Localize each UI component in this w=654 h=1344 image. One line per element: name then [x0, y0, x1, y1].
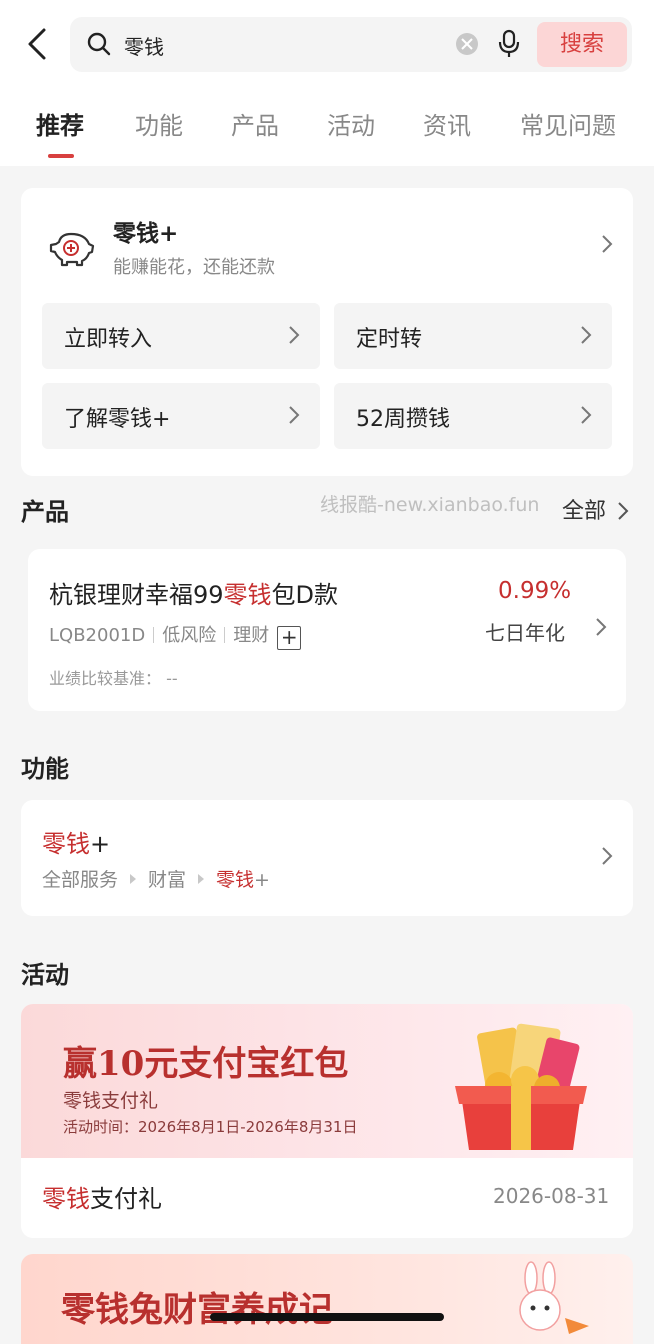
- activity-banner: 赢10元支付宝红包 零钱支付礼 活动时间：2026年8月1日-2026年8月31…: [21, 1004, 633, 1158]
- product-title-part: 包D款: [271, 581, 339, 609]
- products-section-title: 产品: [21, 498, 69, 526]
- product-rate-label: 七日年化: [485, 621, 565, 645]
- tab-faq[interactable]: 常见问题: [520, 106, 616, 141]
- function-title-highlight: 零钱: [42, 830, 90, 858]
- chevron-right-icon: [618, 502, 629, 520]
- product-title-highlight: 零钱: [223, 581, 272, 609]
- search-button[interactable]: 搜索: [537, 22, 627, 67]
- breadcrumb-item: 财富: [148, 869, 187, 891]
- view-all-products-link[interactable]: 全部: [562, 493, 629, 525]
- breadcrumb-item: 全部服务: [42, 869, 119, 891]
- chevron-right-icon: [289, 406, 300, 424]
- 52-week-savings-button[interactable]: 52周攒钱: [334, 383, 612, 449]
- tab-bar: 推荐 功能 产品 活动 资讯 常见问题: [0, 84, 654, 166]
- back-button[interactable]: [20, 24, 56, 64]
- home-indicator: [210, 1313, 444, 1321]
- chevron-right-icon: [581, 406, 592, 424]
- chevron-right-icon: [602, 847, 613, 865]
- learn-change-plus-button[interactable]: 了解零钱+: [42, 383, 320, 449]
- second-activity-banner[interactable]: 零钱兔财富养成记: [21, 1254, 633, 1344]
- banner-headline: 赢10元支付宝红包: [63, 1044, 349, 1084]
- microphone-icon[interactable]: [498, 29, 520, 59]
- banner2-headline: 零钱兔财富养成记: [61, 1290, 333, 1330]
- product-card[interactable]: 杭银理财幸福99零钱包D款 LQB2001D 低风险 理财 + 业绩比较基准： -- …: [28, 549, 626, 711]
- tab-news[interactable]: 资讯: [423, 106, 471, 141]
- search-input[interactable]: 零钱: [124, 31, 164, 60]
- transfer-in-label: 立即转入: [64, 327, 153, 352]
- rabbit-mascot-icon: [519, 1261, 589, 1334]
- chevron-right-icon: [581, 326, 592, 344]
- activities-section-title: 活动: [21, 961, 69, 989]
- gift-box-icon: [455, 1023, 587, 1150]
- search-icon: [87, 32, 111, 56]
- product-rate: 0.99%: [498, 578, 572, 604]
- function-title-part: +: [90, 830, 111, 858]
- activity-card[interactable]: 赢10元支付宝红包 零钱支付礼 活动时间：2026年8月1日-2026年8月31…: [21, 1004, 633, 1238]
- function-card[interactable]: 零钱+ 全部服务 财富 零钱+: [21, 800, 633, 916]
- activity-title: 零钱支付礼: [42, 1179, 162, 1214]
- functions-section-title: 功能: [21, 755, 69, 783]
- product-benchmark: 业绩比较基准： --: [49, 669, 178, 688]
- change-plus-card: 零钱+ 能赚能花，还能还款 立即转入 定时转 了解零钱+ 52周攒钱: [21, 188, 633, 476]
- product-title-part: 杭银理财幸福99: [49, 581, 224, 609]
- back-arrow-icon: [28, 28, 46, 60]
- tab-products[interactable]: 产品: [231, 106, 279, 141]
- top-bar: 零钱 搜索: [0, 0, 654, 84]
- change-plus-header[interactable]: 零钱+ 能赚能花，还能还款: [21, 188, 633, 288]
- change-plus-subtitle: 能赚能花，还能还款: [113, 257, 275, 278]
- breadcrumb-item: +: [254, 869, 270, 891]
- chevron-right-icon: [602, 235, 613, 253]
- scheduled-transfer-label: 定时转: [356, 327, 423, 352]
- add-compare-icon[interactable]: +: [277, 626, 302, 650]
- change-plus-title: 零钱+: [113, 221, 179, 247]
- watermark-text: 线报酷-new.xianbao.fun: [320, 494, 540, 516]
- product-tags: LQB2001D 低风险 理财 +: [49, 621, 302, 650]
- tab-recommend[interactable]: 推荐: [36, 106, 84, 141]
- function-title: 零钱+: [42, 824, 110, 859]
- active-tab-indicator: [48, 154, 74, 158]
- product-risk-tag: 低风险: [162, 625, 217, 646]
- scheduled-transfer-button[interactable]: 定时转: [334, 303, 612, 369]
- 52-week-savings-label: 52周攒钱: [356, 407, 450, 432]
- chevron-right-icon: [596, 618, 607, 636]
- product-code: LQB2001D: [49, 625, 146, 646]
- view-all-label: 全部: [562, 499, 607, 524]
- activity-title-highlight: 零钱: [42, 1185, 90, 1213]
- activity-title-part: 支付礼: [90, 1185, 162, 1213]
- piggy-bank-icon: [49, 232, 95, 267]
- banner-subtitle: 零钱支付礼: [63, 1090, 159, 1112]
- transfer-in-button[interactable]: 立即转入: [42, 303, 320, 369]
- chevron-right-icon: [289, 326, 300, 344]
- clear-icon[interactable]: [456, 33, 478, 55]
- search-bar[interactable]: 零钱 搜索: [70, 17, 632, 72]
- learn-change-plus-label: 了解零钱+: [64, 407, 171, 432]
- product-category-tag: 理财: [233, 625, 270, 646]
- breadcrumb-item-highlight: 零钱: [216, 869, 255, 891]
- product-title: 杭银理财幸福99零钱包D款: [49, 575, 338, 610]
- tab-activities[interactable]: 活动: [327, 106, 375, 141]
- activity-date: 2026-08-31: [493, 1184, 610, 1208]
- function-breadcrumb: 全部服务 财富 零钱+: [42, 865, 270, 892]
- tab-functions[interactable]: 功能: [135, 106, 183, 141]
- banner-time: 活动时间：2026年8月1日-2026年8月31日: [63, 1118, 358, 1136]
